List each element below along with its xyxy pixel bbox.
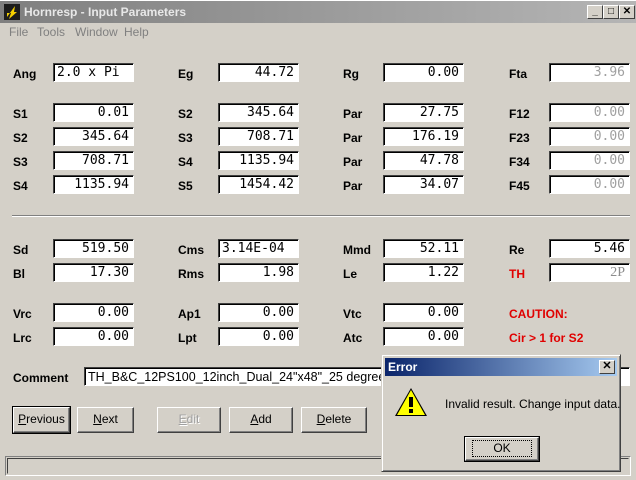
label-sd: Sd	[13, 243, 29, 257]
s1-field[interactable]: 0.01	[53, 103, 134, 122]
section-divider	[12, 215, 630, 217]
eg-field[interactable]: 44.72	[218, 63, 299, 82]
label-re: Re	[509, 243, 525, 257]
fta-field: 3.96	[549, 63, 630, 82]
label-rms: Rms	[178, 267, 205, 281]
main-window-titlebar[interactable]: Hornresp - Input Parameters _ □ ✕	[0, 0, 636, 23]
hornresp-app-icon	[4, 4, 20, 20]
par1-field[interactable]: 27.75	[383, 103, 464, 122]
s2-field-segment2[interactable]: 345.64	[53, 127, 134, 146]
label-th: TH	[509, 267, 525, 281]
label-s5: S5	[178, 179, 193, 193]
lpt-field[interactable]: 0.00	[218, 327, 299, 346]
ap1-field[interactable]: 0.00	[218, 303, 299, 322]
le-field[interactable]: 1.22	[383, 263, 464, 282]
label-s1: S1	[13, 107, 28, 121]
bl-field[interactable]: 17.30	[53, 263, 134, 282]
label-par3: Par	[343, 155, 363, 169]
atc-field[interactable]: 0.00	[383, 327, 464, 346]
f45-field: 0.00	[549, 175, 630, 194]
label-le: Le	[343, 267, 358, 281]
cms-field[interactable]: 3.14E-04	[218, 239, 299, 258]
window-title: Hornresp - Input Parameters	[24, 5, 187, 19]
menu-window[interactable]: Window	[75, 25, 118, 39]
s4-field-segment3[interactable]: 1135.94	[218, 151, 299, 170]
maximize-button[interactable]: □	[603, 5, 619, 19]
vrc-field[interactable]: 0.00	[53, 303, 134, 322]
error-dialog-title: Error	[388, 360, 418, 374]
label-mmd: Mmd	[343, 243, 371, 257]
cir-warning-label: Cir > 1 for S2	[509, 331, 584, 345]
label-rg: Rg	[343, 67, 359, 81]
ok-button[interactable]: OK	[464, 436, 540, 462]
label-f34: F34	[509, 155, 530, 169]
s2-field-segment1[interactable]: 345.64	[218, 103, 299, 122]
label-fta: Fta	[509, 67, 527, 81]
label-s4: S4	[13, 179, 28, 193]
sd-field[interactable]: 519.50	[53, 239, 134, 258]
label-f45: F45	[509, 179, 530, 193]
label-s3: S3	[178, 131, 193, 145]
label-eg: Eg	[178, 67, 194, 81]
s4-field-segment4[interactable]: 1135.94	[53, 175, 134, 194]
menu-tools[interactable]: Tools	[37, 25, 65, 39]
label-s4: S4	[178, 155, 193, 169]
menubar: File Tools Window Help	[0, 23, 636, 41]
rg-field[interactable]: 0.00	[383, 63, 464, 82]
label-par1: Par	[343, 107, 363, 121]
label-cms: Cms	[178, 243, 205, 257]
par3-field[interactable]: 47.78	[383, 151, 464, 170]
label-lpt: Lpt	[178, 331, 197, 345]
error-message: Invalid result. Change input data.	[445, 397, 621, 411]
label-atc: Atc	[343, 331, 363, 345]
label-vtc: Vtc	[343, 307, 362, 321]
s3-field-segment3[interactable]: 708.71	[53, 151, 134, 170]
previous-button[interactable]: Previous	[12, 406, 71, 434]
f23-field: 0.00	[549, 127, 630, 146]
label-s2: S2	[13, 131, 28, 145]
label-par2: Par	[343, 131, 363, 145]
add-button[interactable]: Add	[229, 407, 293, 433]
close-button[interactable]: ✕	[619, 5, 635, 19]
next-button[interactable]: Next	[77, 407, 134, 433]
minimize-button[interactable]: _	[587, 5, 603, 19]
caution-label: CAUTION:	[509, 307, 568, 321]
menu-help[interactable]: Help	[124, 25, 149, 39]
error-dialog-titlebar[interactable]: Error ✕	[385, 358, 617, 376]
warning-icon	[395, 388, 427, 416]
dialog-close-button[interactable]: ✕	[599, 360, 615, 374]
vtc-field[interactable]: 0.00	[383, 303, 464, 322]
ang-field[interactable]: 2.0 x Pi	[53, 63, 134, 82]
par2-field[interactable]: 176.19	[383, 127, 464, 146]
mmd-field[interactable]: 52.11	[383, 239, 464, 258]
menu-file[interactable]: File	[9, 25, 28, 39]
re-field[interactable]: 5.46	[549, 239, 630, 258]
par4-field[interactable]: 34.07	[383, 175, 464, 194]
s5-field[interactable]: 1454.42	[218, 175, 299, 194]
rms-field[interactable]: 1.98	[218, 263, 299, 282]
label-vrc: Vrc	[13, 307, 32, 321]
error-dialog: Error ✕ Invalid result. Change input dat…	[381, 354, 621, 472]
label-bl: Bl	[13, 267, 25, 281]
label-ap1: Ap1	[178, 307, 201, 321]
label-ang: Ang	[13, 67, 37, 81]
lrc-field[interactable]: 0.00	[53, 327, 134, 346]
label-s2: S2	[178, 107, 193, 121]
f34-field: 0.00	[549, 151, 630, 170]
delete-button[interactable]: Delete	[301, 407, 367, 433]
label-f12: F12	[509, 107, 530, 121]
s3-field-segment2[interactable]: 708.71	[218, 127, 299, 146]
label-lrc: Lrc	[13, 331, 32, 345]
label-comment: Comment	[13, 371, 69, 385]
label-par4: Par	[343, 179, 363, 193]
f12-field: 0.00	[549, 103, 630, 122]
label-s3: S3	[13, 155, 28, 169]
th-field: 2P	[549, 263, 630, 282]
edit-button[interactable]: Edit	[157, 407, 221, 433]
label-f23: F23	[509, 131, 530, 145]
